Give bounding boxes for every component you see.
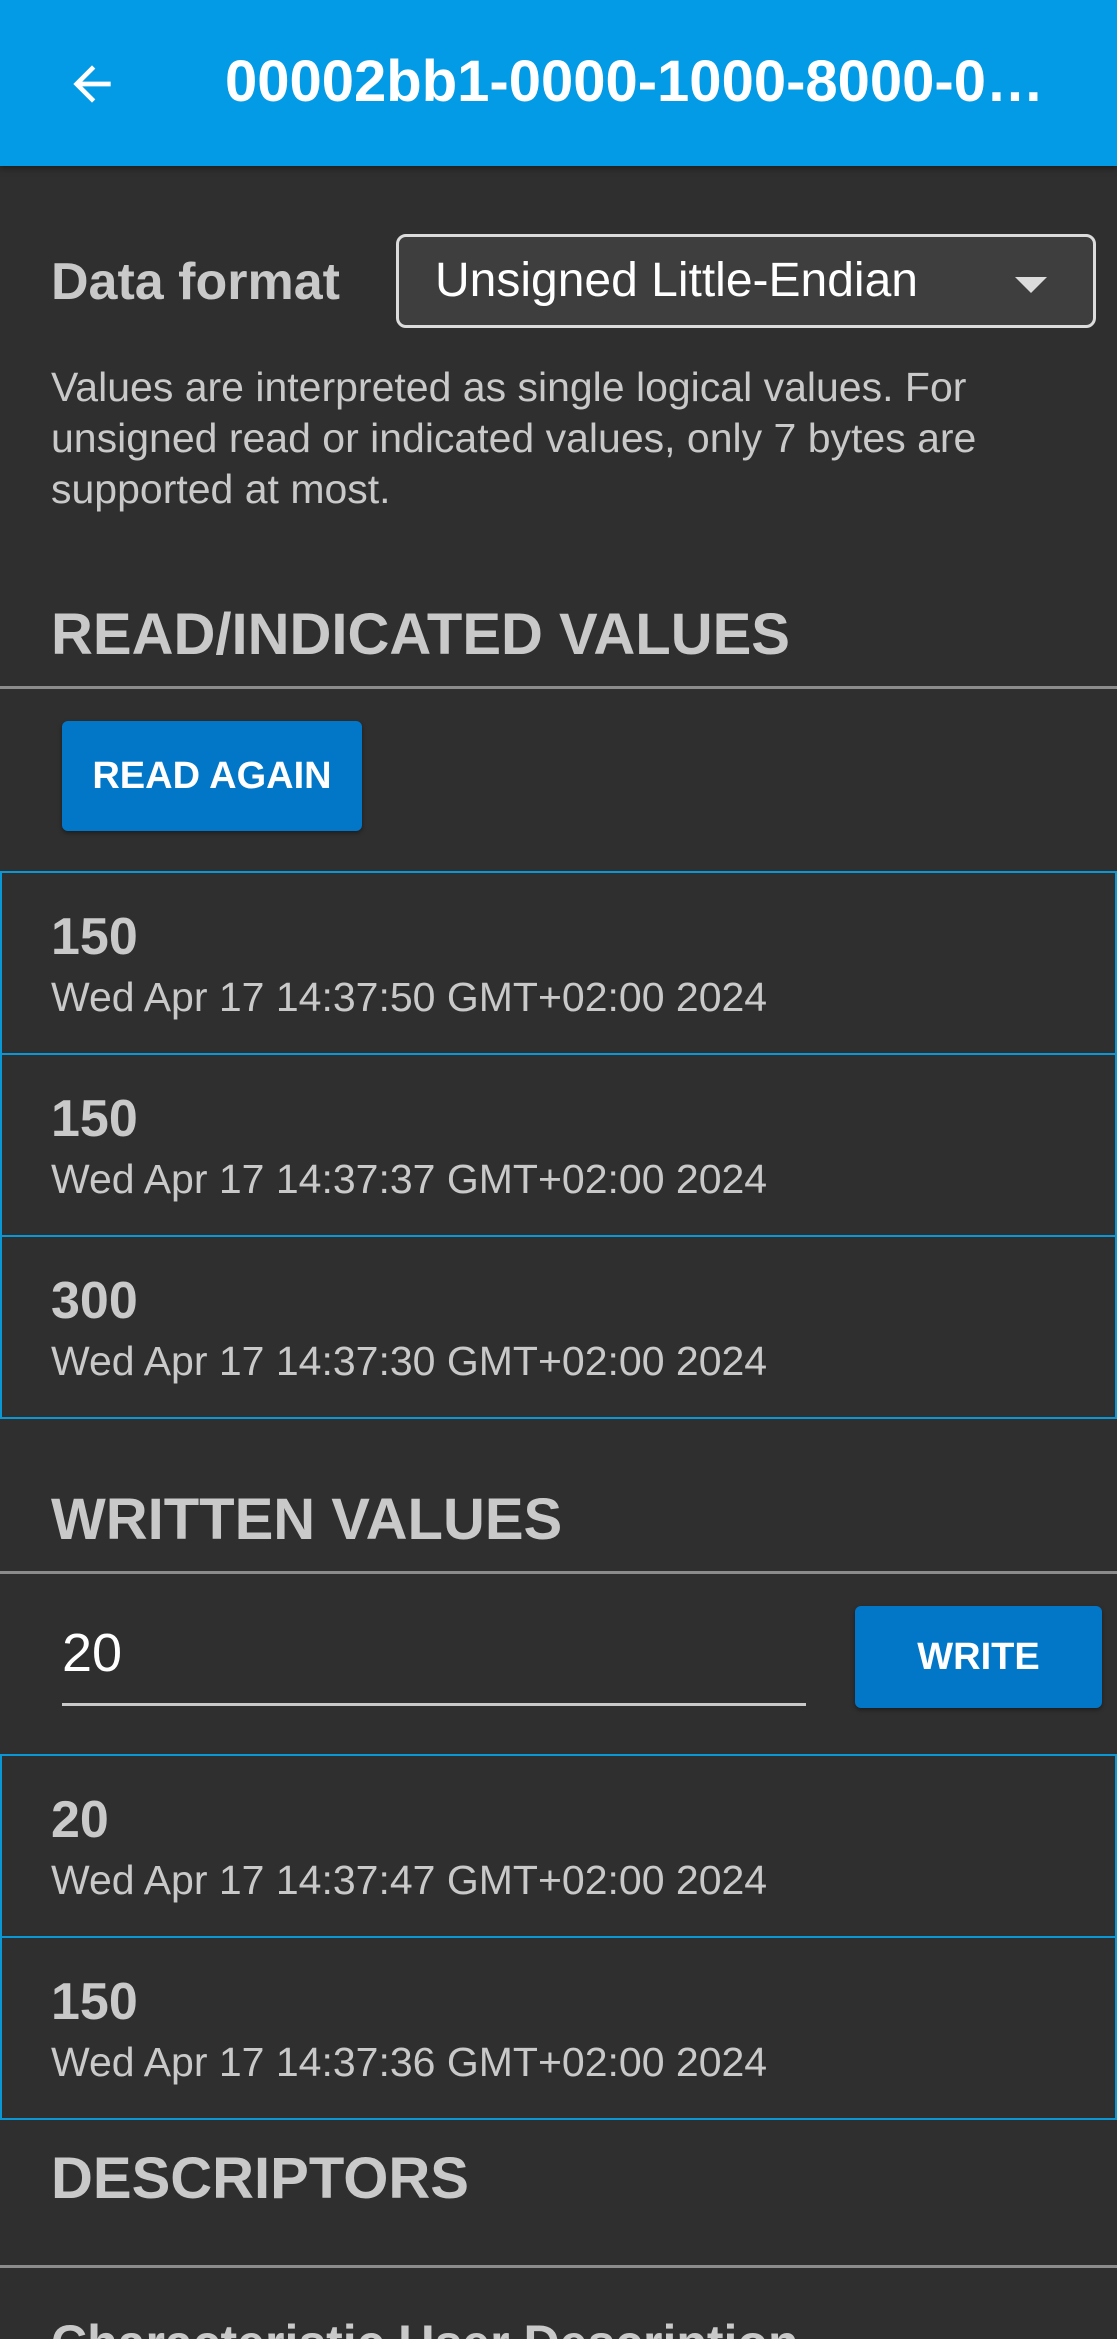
written-values-heading: WRITTEN VALUES (51, 1487, 563, 1552)
read-timestamp: Wed Apr 17 14:37:30 GMT+02:00 2024 (51, 1338, 768, 1384)
written-value-item: 150 Wed Apr 17 14:37:36 GMT+02:00 2024 (0, 1936, 1117, 2120)
read-values-heading: READ/INDICATED VALUES (51, 602, 790, 667)
divider (0, 686, 1117, 689)
app-bar: 00002bb1-0000-1000-8000-00805f9b34fb (0, 0, 1117, 166)
main-content: Data format Unsigned Little-Endian Value… (0, 166, 1117, 2339)
divider (0, 2265, 1117, 2268)
written-value-item: 20 Wed Apr 17 14:37:47 GMT+02:00 2024 (0, 1754, 1117, 1938)
divider (0, 1571, 1117, 1574)
read-again-button[interactable]: READ AGAIN (62, 721, 362, 831)
read-value-item: 300 Wed Apr 17 14:37:30 GMT+02:00 2024 (0, 1235, 1117, 1419)
written-timestamp: Wed Apr 17 14:37:47 GMT+02:00 2024 (51, 1857, 768, 1903)
read-timestamp: Wed Apr 17 14:37:37 GMT+02:00 2024 (51, 1156, 768, 1202)
data-format-label: Data format (51, 253, 340, 311)
descriptors-heading: DESCRIPTORS (51, 2146, 469, 2211)
write-button[interactable]: WRITE (855, 1606, 1102, 1708)
read-value-item: 150 Wed Apr 17 14:37:50 GMT+02:00 2024 (0, 871, 1117, 1055)
read-value: 150 (51, 908, 138, 966)
data-format-select[interactable]: Unsigned Little-Endian (396, 234, 1096, 328)
read-values-list: 150 Wed Apr 17 14:37:50 GMT+02:00 2024 1… (0, 871, 1117, 1419)
written-value: 150 (51, 1973, 138, 2031)
page-title: 00002bb1-0000-1000-8000-00805f9b34fb (225, 49, 1060, 114)
written-values-list: 20 Wed Apr 17 14:37:47 GMT+02:00 2024 15… (0, 1754, 1117, 2120)
read-timestamp: Wed Apr 17 14:37:50 GMT+02:00 2024 (51, 974, 768, 1020)
read-value-item: 150 Wed Apr 17 14:37:37 GMT+02:00 2024 (0, 1053, 1117, 1237)
descriptor-item-label[interactable]: Characteristic User Description (51, 2308, 799, 2339)
written-value: 20 (51, 1791, 109, 1849)
read-value: 300 (51, 1272, 138, 1330)
write-value-field[interactable] (62, 1603, 806, 1706)
write-value-input[interactable] (62, 1603, 802, 1703)
back-button[interactable] (52, 44, 132, 124)
triangle-down-icon (1015, 277, 1047, 293)
read-value: 150 (51, 1090, 138, 1148)
data-format-selected-value: Unsigned Little-Endian (435, 254, 918, 307)
written-timestamp: Wed Apr 17 14:37:36 GMT+02:00 2024 (51, 2039, 768, 2085)
arrow-left-icon (73, 65, 111, 103)
data-format-description: Values are interpreted as single logical… (51, 364, 977, 512)
